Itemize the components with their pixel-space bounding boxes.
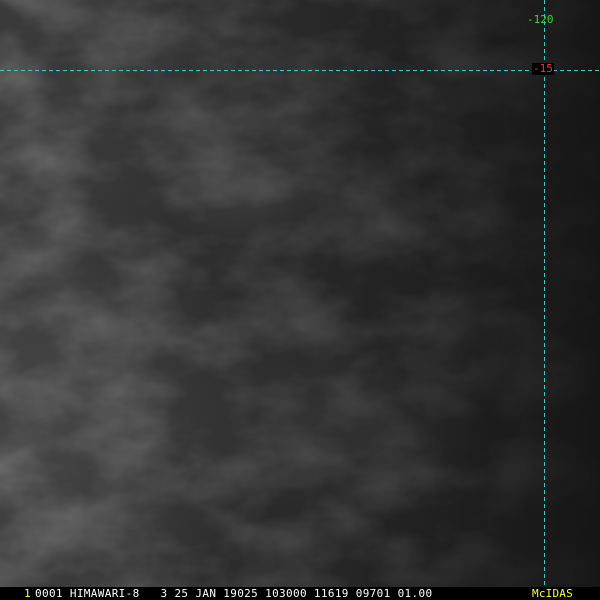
longitude-label: -120 [527,13,554,26]
mcidas-logo: McIDAS [532,587,573,600]
graticule-lines [0,0,600,587]
frame-number: 1 [24,587,31,600]
image-info-text: 0001 HIMAWARI-8 3 25 JAN 19025 103000 11… [35,587,433,600]
status-bar: 1 0001 HIMAWARI-8 3 25 JAN 19025 103000 … [0,587,600,600]
latitude-label: -15 [532,62,554,75]
satellite-image-frame: -120 -15 1 0001 HIMAWARI-8 3 25 JAN 1902… [0,0,600,600]
